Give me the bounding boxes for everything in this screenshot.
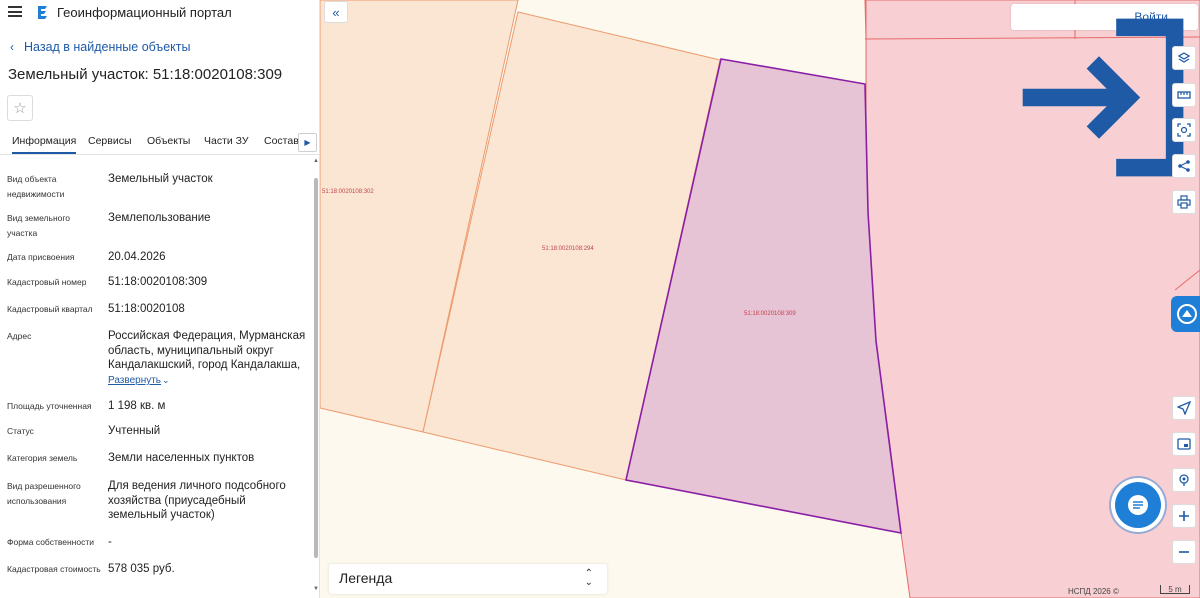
sidebar-scrollbar[interactable]: ▲ ▼ [312,158,320,598]
share-button[interactable] [1172,154,1196,178]
legend-label: Легенда [339,570,393,586]
ruler-button[interactable] [1172,83,1196,107]
legend-panel[interactable]: Легенда ⌃ ⌄ [329,564,607,594]
expand-collapse-icon: ⌃ ⌄ [584,568,593,588]
scroll-up-icon[interactable]: ▲ [313,158,319,164]
expand-address-link[interactable]: Развернуть [108,375,161,386]
page-title: Земельный участок: 51:18:0020108:309 [8,66,283,83]
minimap-button[interactable] [1172,432,1196,456]
map-attribution: НСПД 2026 © [1068,587,1119,596]
info-value: Учтенный [108,425,161,437]
tab-composition[interactable]: Состав [264,135,299,147]
favorite-star-icon[interactable]: ☆ [7,95,33,121]
double-chevron-left-icon: « [332,4,340,20]
chevron-down-icon[interactable]: ⌄ [162,375,170,386]
info-label: Дата присвоения [7,252,75,262]
info-value: 51:18:0020108 [108,303,185,315]
info-label: Площадь уточненная [7,401,92,411]
share-icon [1178,160,1190,172]
map-view[interactable]: 51:18:0020108:302 51:18:0020108:294 51:1… [320,0,1200,598]
login-icon [1022,18,1184,177]
print-button[interactable] [1172,190,1196,214]
back-to-results-link[interactable]: ‹ Назад в найденные объекты [10,40,190,54]
tab-info[interactable]: Информация [12,135,77,154]
info-label: Вид объекта недвижимости [7,174,65,199]
minimap-icon [1177,438,1191,450]
info-value: Российская Федерация, Мурманская область… [108,330,306,371]
scroll-thumb[interactable] [314,178,318,558]
feedback-icon [1177,304,1197,324]
info-label: Категория земель [7,453,78,463]
select-area-icon [1177,123,1191,137]
tab-objects[interactable]: Объекты [147,135,190,147]
print-icon [1177,195,1191,209]
sidebar-panel: Геоинформационный портал ‹ Назад в найден… [0,0,320,598]
zoom-in-button[interactable] [1172,504,1196,528]
info-label: Кадастровый номер [7,277,87,287]
parcel-label-302: 51:18:0020108:302 [322,189,374,195]
info-label: Вид земельного участка [7,213,71,238]
zoom-in-icon [1179,511,1189,521]
app-title: Геоинформационный портал [57,5,232,20]
info-label: Статус [7,426,34,436]
layers-icon [1177,52,1191,63]
app-header: Геоинформационный портал [0,0,320,26]
tab-services[interactable]: Сервисы [88,135,132,147]
zoom-out-icon [1179,551,1189,553]
tabs-scroll-right-button[interactable]: ▶ [298,133,317,152]
parcel-label-309: 51:18:0020108:309 [744,311,796,317]
info-label: Кадастровая стоимость [7,564,101,574]
back-link-label: Назад в найденные объекты [24,40,191,54]
info-list: Вид объекта недвижимости Земельный участ… [0,158,312,598]
info-value: 51:18:0020108:309 [108,276,208,288]
logo-icon [38,6,47,19]
tab-bar: Информация Сервисы Объекты Части ЗУ Сост… [0,131,320,155]
layers-button[interactable] [1172,46,1196,70]
info-label: Кадастровый квартал [7,304,93,314]
ruler-icon [1177,91,1191,99]
info-label: Форма собственности [7,537,94,547]
navigate-icon [1177,401,1191,415]
info-value: Земли населенных пунктов [108,452,255,464]
info-value: - [108,536,112,548]
scale-label: 5 m [1168,585,1182,594]
login-button[interactable]: Войти [1011,4,1198,177]
login-label: Войти [1134,10,1168,24]
feedback-side-tab[interactable] [1171,296,1200,332]
info-value: 20.04.2026 [108,251,166,263]
collapse-sidebar-button[interactable]: « [324,1,348,23]
info-value: Землепользование [108,212,211,224]
chat-icon [1128,495,1148,515]
chat-button[interactable] [1115,482,1161,528]
parcel-label-294: 51:18:0020108:294 [542,246,594,252]
locate-icon [1179,474,1189,486]
info-label: Вид разрешенного использования [7,481,81,506]
scale-bar: 5 m [1160,585,1190,594]
info-value: Земельный участок [108,173,213,185]
info-label: Адрес [7,331,32,341]
zoom-out-button[interactable] [1172,540,1196,564]
info-value: Для ведения личного подсобного хозяйства… [108,480,286,521]
navigate-button[interactable] [1172,396,1196,420]
locate-button[interactable] [1172,468,1196,492]
scroll-down-icon[interactable]: ▼ [313,586,319,592]
menu-icon[interactable] [8,6,22,17]
info-value: 1 198 кв. м [108,400,166,412]
info-value: 578 035 руб. [108,563,175,575]
chevron-right-icon: ▶ [304,138,311,147]
select-area-button[interactable] [1172,118,1196,142]
tab-parts[interactable]: Части ЗУ [204,135,249,147]
chevron-left-icon: ‹ [10,40,14,54]
